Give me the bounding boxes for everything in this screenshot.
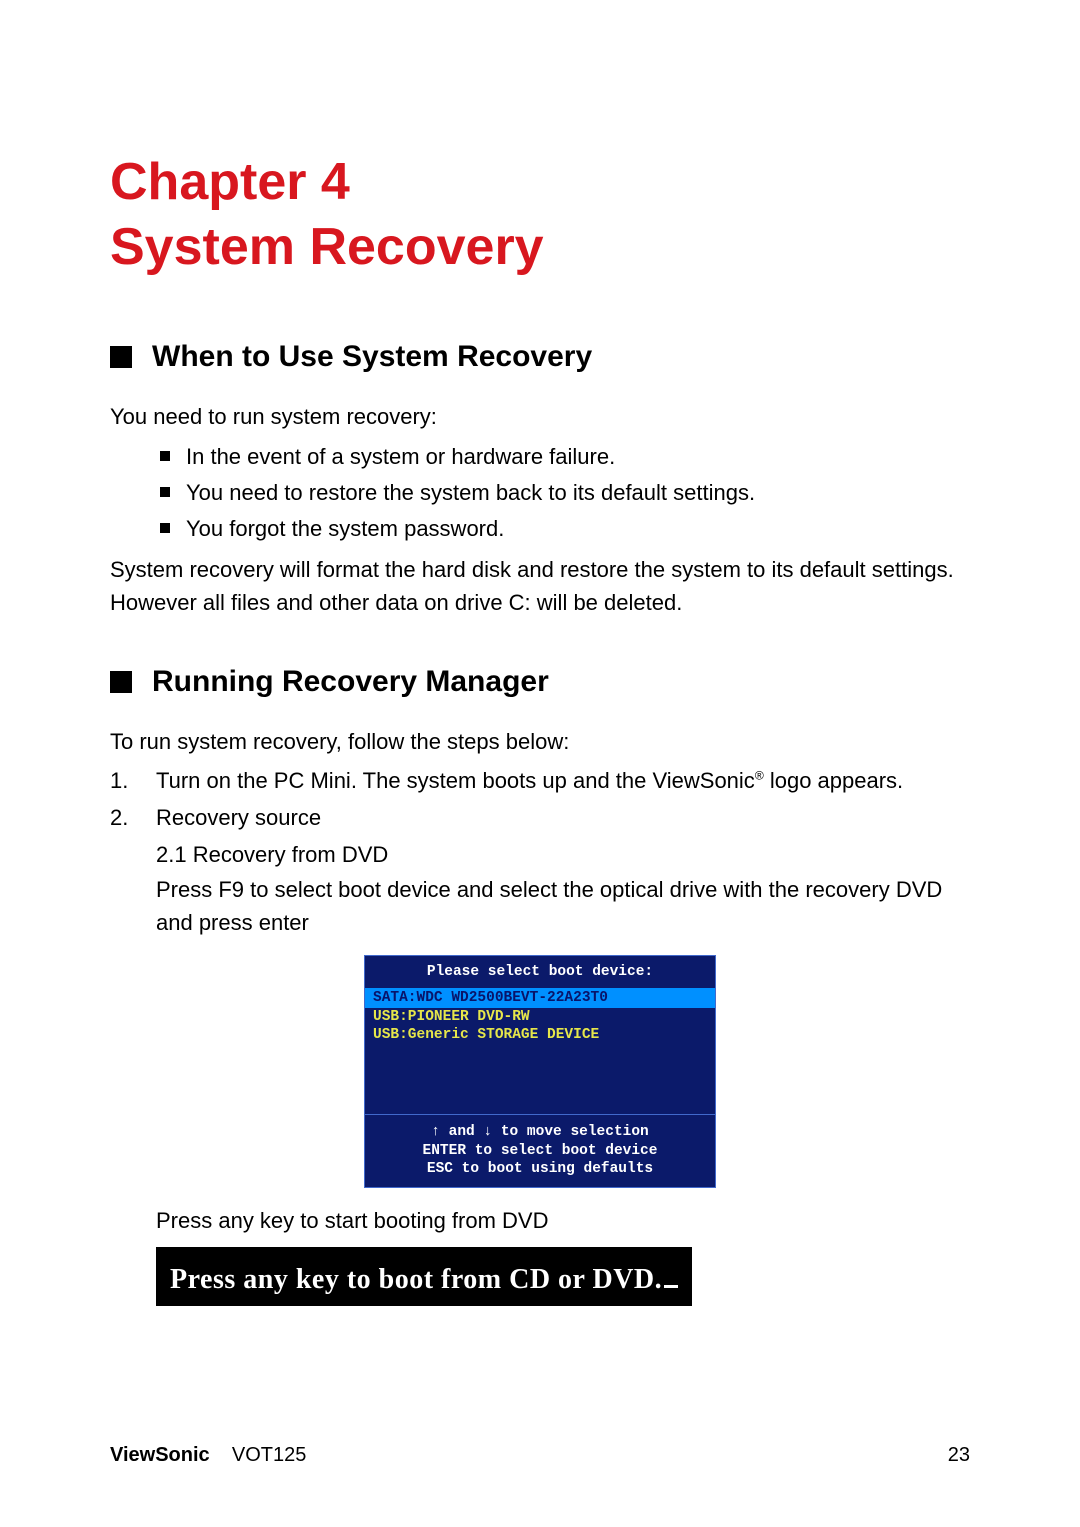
list-item: You need to restore the system back to i… <box>160 477 970 509</box>
section-heading-running: Running Recovery Manager <box>110 665 970 699</box>
square-bullet-icon <box>160 487 170 497</box>
cursor-icon <box>664 1257 678 1288</box>
bios-hint: ESC to boot using defaults <box>369 1160 711 1179</box>
bios-selected-device: SATA:WDC WD2500BEVT-22A23T0 <box>365 988 715 1008</box>
step-1: 1. Turn on the PC Mini. The system boots… <box>110 764 970 797</box>
chapter-title: Chapter 4 System Recovery <box>110 150 970 280</box>
step-number: 2. <box>110 801 138 834</box>
registered-mark: ® <box>755 768 764 782</box>
step-number: 1. <box>110 764 138 797</box>
bios-device-list: SATA:WDC WD2500BEVT-22A23T0 USB:PIONEER … <box>365 988 715 1114</box>
section-title-text: When to Use System Recovery <box>152 340 592 374</box>
chapter-line-2: System Recovery <box>110 218 544 276</box>
bullet-text: You forgot the system password. <box>186 513 504 545</box>
bullet-text: In the event of a system or hardware fai… <box>186 441 615 473</box>
square-bullet-icon <box>160 451 170 461</box>
boot-banner-text: Press any key to boot from CD or DVD. <box>170 1264 662 1295</box>
boot-from-cd-banner: Press any key to boot from CD or DVD. <box>156 1247 692 1306</box>
square-bullet-icon <box>160 523 170 533</box>
section-title-text: Running Recovery Manager <box>152 665 549 699</box>
bios-hint: ↑ and ↓ to move selection <box>369 1123 711 1142</box>
after-screenshot-text: Press any key to start booting from DVD <box>156 1204 970 1237</box>
section2-intro: To run system recovery, follow the steps… <box>110 725 970 758</box>
bullet-text: You need to restore the system back to i… <box>186 477 755 509</box>
bios-hint: ENTER to select boot device <box>369 1142 711 1161</box>
step-2: 2. Recovery source <box>110 801 970 834</box>
footer-left: ViewSonic VOT125 <box>110 1444 306 1467</box>
square-bullet-icon <box>110 346 132 368</box>
footer-brand: ViewSonic <box>110 1444 210 1466</box>
bios-device: USB:PIONEER DVD-RW <box>365 1008 715 1026</box>
step-text: Recovery source <box>156 801 321 834</box>
step-text: Turn on the PC Mini. The system boots up… <box>156 764 903 797</box>
bios-footer-hints: ↑ and ↓ to move selection ENTER to selec… <box>365 1114 715 1188</box>
section1-intro: You need to run system recovery: <box>110 400 970 433</box>
section1-outro: System recovery will format the hard dis… <box>110 553 970 619</box>
section-heading-when: When to Use System Recovery <box>110 340 970 374</box>
list-item: In the event of a system or hardware fai… <box>160 441 970 473</box>
square-bullet-icon <box>110 671 132 693</box>
bios-boot-device-screenshot: Please select boot device: SATA:WDC WD25… <box>364 955 716 1189</box>
document-page: Chapter 4 System Recovery When to Use Sy… <box>0 0 1080 1527</box>
step-2-1-label: 2.1 Recovery from DVD <box>156 838 970 871</box>
section1-bullet-list: In the event of a system or hardware fai… <box>160 441 970 545</box>
list-item: You forgot the system password. <box>160 513 970 545</box>
step-2-1-text: Press F9 to select boot device and selec… <box>156 873 970 939</box>
chapter-line-1: Chapter 4 <box>110 153 350 211</box>
page-footer: ViewSonic VOT125 23 <box>110 1444 970 1467</box>
footer-model: VOT125 <box>232 1444 306 1466</box>
footer-page-number: 23 <box>948 1444 970 1467</box>
bios-device: USB:Generic STORAGE DEVICE <box>365 1026 715 1044</box>
bios-title: Please select boot device: <box>365 956 715 988</box>
